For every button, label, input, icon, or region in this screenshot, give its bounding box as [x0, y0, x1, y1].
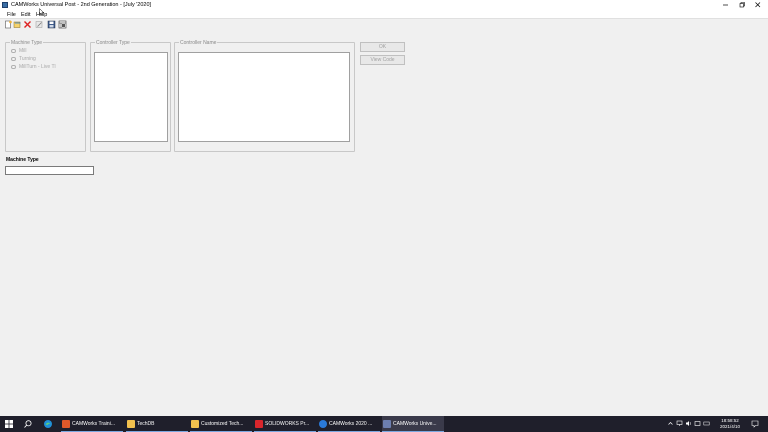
- taskbar-item-customized-tech[interactable]: Customized Tech...: [190, 416, 252, 432]
- taskbar-item-camworks-2020[interactable]: CAMWorks 2020 ...: [318, 416, 380, 432]
- taskbar-item-label: CAMWorks Unive...: [393, 421, 437, 427]
- clock[interactable]: 18:58:52 2021/4/10: [714, 418, 746, 430]
- radio-millturn-label: MillTurn - Live Tl: [19, 64, 56, 70]
- title-bar: CAMWorks Universal Post - 2nd Generation…: [0, 0, 768, 10]
- radio-turning-label: Turning: [19, 56, 36, 62]
- camworks-post-icon: [383, 419, 391, 428]
- radio-circle: [11, 48, 16, 53]
- system-tray: [664, 416, 714, 432]
- radio-mill-label: Mill: [19, 48, 27, 54]
- taskbar-item-camworks-universal[interactable]: CAMWorks Unive...: [382, 416, 444, 432]
- view-code-button[interactable]: View Code: [360, 55, 405, 65]
- windows-start-icon[interactable]: [4, 419, 14, 429]
- clock-date: 2021/4/10: [719, 424, 741, 429]
- taskbar-item-camworks-training[interactable]: CAMWorks Traini...: [61, 416, 123, 432]
- controller-type-group-title: Controller Type: [95, 39, 131, 46]
- folder-icon: [191, 419, 199, 428]
- machine-type-label: Machine Type: [6, 157, 39, 163]
- ime-icon[interactable]: [694, 420, 701, 427]
- volume-icon[interactable]: [685, 420, 692, 427]
- edge-browser-icon[interactable]: [43, 419, 53, 429]
- toolbar: [0, 19, 768, 30]
- controller-type-list[interactable]: [94, 52, 168, 142]
- machine-type-group-title: Machine Type: [10, 39, 44, 46]
- powerpoint-icon: [62, 419, 70, 428]
- taskbar-item-label: TechDB: [137, 421, 155, 427]
- keyboard-icon[interactable]: [703, 420, 710, 427]
- chevron-up-icon[interactable]: [667, 420, 674, 427]
- menu-edit[interactable]: Edit: [21, 12, 30, 18]
- browser-icon: [319, 419, 327, 428]
- machine-type-group: Machine Type Mill Turning MillTurn - Liv…: [5, 39, 86, 152]
- window-title: CAMWorks Universal Post - 2nd Generation…: [11, 1, 152, 8]
- radio-circle: [11, 56, 16, 61]
- restore-button[interactable]: [734, 0, 750, 10]
- view-icon[interactable]: [58, 20, 67, 29]
- controller-type-group: Controller Type: [90, 39, 171, 152]
- ok-button[interactable]: OK: [360, 42, 405, 52]
- taskbar-item-techdb[interactable]: TechDB: [126, 416, 188, 432]
- minimize-button[interactable]: [718, 0, 734, 10]
- menu-bar: File Edit Help: [0, 10, 768, 19]
- folder-icon: [127, 419, 135, 428]
- app-icon: [2, 2, 8, 8]
- controller-name-list[interactable]: [178, 52, 350, 142]
- taskbar-item-label: CAMWorks Traini...: [72, 421, 115, 427]
- radio-circle: [11, 64, 16, 69]
- close-button[interactable]: [750, 0, 766, 10]
- mouse-cursor-icon: [39, 8, 44, 16]
- new-icon[interactable]: [4, 20, 13, 29]
- save-icon[interactable]: [47, 20, 56, 29]
- menu-file[interactable]: File: [7, 12, 16, 18]
- solidworks-icon: [255, 419, 263, 428]
- taskbar-item-solidworks[interactable]: SOLIDWORKS Pr...: [254, 416, 316, 432]
- controller-name-group: Controller Name: [174, 39, 355, 152]
- search-icon[interactable]: [23, 419, 33, 429]
- controller-name-group-title: Controller Name: [179, 39, 218, 46]
- network-icon[interactable]: [676, 420, 683, 427]
- taskbar-item-label: SOLIDWORKS Pr...: [265, 421, 310, 427]
- taskbar-item-label: Customized Tech...: [201, 421, 244, 427]
- edit-icon[interactable]: [35, 20, 44, 29]
- delete-icon[interactable]: [23, 20, 32, 29]
- open-icon[interactable]: [13, 20, 22, 29]
- notification-icon[interactable]: [751, 420, 759, 428]
- application-window: CAMWorks Universal Post - 2nd Generation…: [0, 0, 768, 416]
- machine-type-input[interactable]: [5, 166, 94, 175]
- taskbar-item-label: CAMWorks 2020 ...: [329, 421, 373, 427]
- taskbar: CAMWorks Traini... TechDB Customized Tec…: [0, 416, 768, 432]
